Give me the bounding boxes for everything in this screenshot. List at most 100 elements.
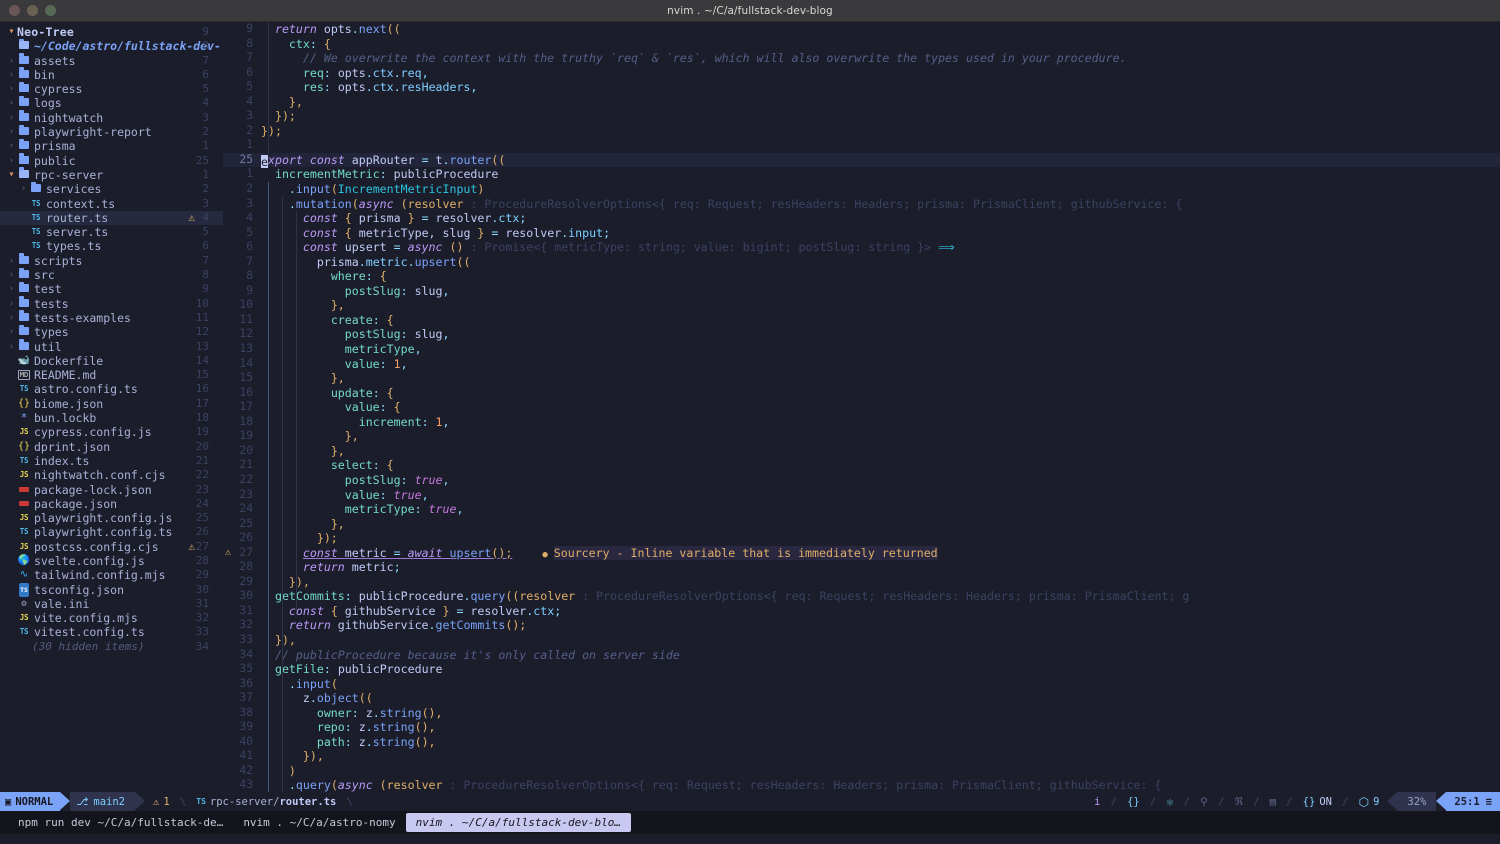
code-line[interactable]: 9 return opts.next(( <box>223 22 1500 37</box>
tree-item-playwright-config-js[interactable]: JS playwright.config.js 25 <box>0 511 223 525</box>
tree-item-nightwatch[interactable]: › nightwatch 3 <box>0 110 223 125</box>
code-line[interactable]: 18 increment: 1, <box>223 415 1500 430</box>
chevron-right-icon[interactable]: › <box>6 282 17 296</box>
code-line[interactable]: 32 return githubService.getCommits(); <box>223 618 1500 633</box>
lsp-icon-panel[interactable]: ▤ <box>1262 792 1284 811</box>
tree-item-vite-config-mjs[interactable]: JS vite.config.mjs 32 <box>0 611 223 625</box>
code-line[interactable]: 20 }, <box>223 444 1500 459</box>
tree-item-vitest-config-ts[interactable]: TS vitest.config.ts 33 <box>0 625 223 639</box>
code-line[interactable]: 42 ) <box>223 764 1500 779</box>
code-line[interactable]: 6 const upsert = async () : Promise<{ me… <box>223 240 1500 255</box>
code-line[interactable]: 25 export const appRouter = t.router(( <box>223 152 1500 169</box>
chevron-right-icon[interactable]: › <box>6 154 17 168</box>
code-line[interactable]: 24 metricType: true, <box>223 502 1500 517</box>
tree-item-bun-lockb[interactable]: * bun.lockb 18 <box>0 411 223 426</box>
tree-item-tests[interactable]: › tests 10 <box>0 296 223 311</box>
code-line[interactable]: 3 }); <box>223 109 1500 124</box>
code-line[interactable]: 14 value: 1, <box>223 357 1500 372</box>
code-line[interactable]: 1 incrementMetric: publicProcedure <box>223 167 1500 182</box>
tree-item-src[interactable]: › src 8 <box>0 267 223 282</box>
chevron-right-icon[interactable]: › <box>6 311 17 325</box>
code-line[interactable]: 11 create: { <box>223 313 1500 328</box>
tree-item--30-hidden-items-[interactable]: (30 hidden items) 34 <box>0 640 223 654</box>
tree-item-logs[interactable]: › logs 4 <box>0 95 223 110</box>
chevron-down-icon[interactable]: ▾ <box>6 168 17 182</box>
lsp-icon-search[interactable]: ⚲ <box>1192 792 1216 811</box>
tree-item-dprint-json[interactable]: {} dprint.json 20 <box>0 440 223 454</box>
chevron-right-icon[interactable]: › <box>6 325 17 339</box>
tree-item-types[interactable]: › types 12 <box>0 324 223 339</box>
code-line[interactable]: 38 owner: z.string(), <box>223 706 1500 721</box>
tree-item-postcss-config-cjs[interactable]: JS postcss.config.cjs ⚠ 27 <box>0 540 223 554</box>
os-taskbar[interactable]: npm run dev ~/C/a/fullstack-de… nvim . ~/… <box>0 811 1500 834</box>
code-line[interactable]: 23 value: true, <box>223 488 1500 503</box>
code-line[interactable]: 19 }, <box>223 429 1500 444</box>
chevron-right-icon[interactable]: › <box>6 111 17 125</box>
code-line[interactable]: 43 .query(async (resolver : ProcedureRes… <box>223 778 1500 792</box>
chevron-right-icon[interactable]: › <box>18 182 29 196</box>
lsp-icon-biome[interactable]: ⚛ <box>1158 792 1181 811</box>
code-line[interactable]: 26 }); <box>223 531 1500 546</box>
code-line[interactable]: 6 req: opts.ctx.req, <box>223 66 1500 81</box>
tree-item-biome-json[interactable]: {} biome.json 17 <box>0 397 223 411</box>
code-line[interactable]: 12 postSlug: slug, <box>223 327 1500 342</box>
code-line[interactable]: 5 res: opts.ctx.resHeaders, <box>223 80 1500 95</box>
chevron-right-icon[interactable]: › <box>6 54 17 68</box>
status-filename[interactable]: TS rpc-server/router.ts <box>188 792 344 811</box>
lsp-icon-info[interactable]: i <box>1086 792 1108 811</box>
code-line[interactable]: 17 value: { <box>223 400 1500 415</box>
code-line[interactable]: 2 .input(IncrementMetricInput) <box>223 182 1500 197</box>
code-line[interactable]: ⚠ 27 const metric = await upsert(); ● Sourc… <box>223 545 1500 561</box>
code-line[interactable]: 22 postSlug: true, <box>223 473 1500 488</box>
code-line[interactable]: 33 }), <box>223 633 1500 648</box>
chevron-right-icon[interactable]: › <box>6 340 17 354</box>
tree-item-util[interactable]: › util 13 <box>0 339 223 354</box>
tree-item-playwright-report[interactable]: › playwright-report 2 <box>0 124 223 139</box>
tree-item-services[interactable]: › services 2 <box>0 181 223 196</box>
tree-item-tailwind-config-mjs[interactable]: ∿ tailwind.config.mjs 29 <box>0 568 223 582</box>
status-branch[interactable]: ⎇ main2 <box>70 792 135 811</box>
chevron-right-icon[interactable]: › <box>6 96 17 110</box>
lsp-icon-braces[interactable]: {} <box>1119 792 1148 811</box>
code-line[interactable]: 9 postSlug: slug, <box>223 284 1500 299</box>
code-editor[interactable]: 9 return opts.next((8 ctx: {7 // We over… <box>223 22 1500 792</box>
taskbar-item-0[interactable]: npm run dev ~/C/a/fullstack-de… <box>8 813 233 832</box>
code-line[interactable]: 21 select: { <box>223 458 1500 473</box>
tree-item-bin[interactable]: › bin 6 <box>0 67 223 82</box>
tree-item-cypress[interactable]: › cypress 5 <box>0 81 223 96</box>
code-line[interactable]: 40 path: z.string(), <box>223 735 1500 750</box>
chevron-right-icon[interactable]: › <box>6 254 17 268</box>
code-line[interactable]: 3 .mutation(async (resolver : ProcedureR… <box>223 197 1500 212</box>
code-line[interactable]: 10 }, <box>223 298 1500 313</box>
tree-item-cypress-config-js[interactable]: JS cypress.config.js 19 <box>0 425 223 439</box>
code-line[interactable]: 13 metricType, <box>223 342 1500 357</box>
tree-item-tsconfig-json[interactable]: TS tsconfig.json 30 <box>0 582 223 597</box>
lsp-icon-format[interactable]: {} ON <box>1295 792 1340 811</box>
code-line[interactable]: 1 <box>223 138 1500 153</box>
tree-item-test[interactable]: › test 9 <box>0 281 223 296</box>
code-line[interactable]: 31 const { githubService } = resolver.ct… <box>223 604 1500 619</box>
tree-item-readme-md[interactable]: MD README.md 15 <box>0 368 223 382</box>
chevron-right-icon[interactable]: › <box>6 297 17 311</box>
code-line[interactable]: 4 const { prisma } = resolver.ctx; <box>223 211 1500 226</box>
tree-item-rpc-server[interactable]: ▾ rpc-server 1 <box>0 167 223 182</box>
code-line[interactable]: 39 repo: z.string(), <box>223 720 1500 735</box>
chevron-right-icon[interactable]: › <box>6 125 17 139</box>
code-line[interactable]: 34 // publicProcedure because it's only … <box>223 648 1500 663</box>
tree-item-router-ts[interactable]: TS router.ts ⚠ 4 <box>0 210 223 226</box>
code-line[interactable]: 2}); <box>223 124 1500 139</box>
package-status[interactable]: ⬡ 9 <box>1351 792 1388 811</box>
tree-item-astro-config-ts[interactable]: TS astro.config.ts 16 <box>0 382 223 396</box>
code-line[interactable]: 4 }, <box>223 95 1500 110</box>
tree-item-playwright-config-ts[interactable]: TS playwright.config.ts 26 <box>0 525 223 539</box>
taskbar-item-2[interactable]: nvim . ~/C/a/fullstack-dev-blo… <box>405 813 631 832</box>
chevron-right-icon[interactable]: › <box>6 68 17 82</box>
code-line[interactable]: 37 z.object(( <box>223 691 1500 706</box>
code-line[interactable]: 7 // We overwrite the context with the t… <box>223 51 1500 66</box>
chevron-right-icon[interactable]: › <box>6 139 17 153</box>
tree-item-dockerfile[interactable]: 🐋 Dockerfile 14 <box>0 354 223 368</box>
tree-item-scripts[interactable]: › scripts 7 <box>0 253 223 268</box>
code-line[interactable]: 25 }, <box>223 517 1500 532</box>
tree-item-types-ts[interactable]: TS types.ts 6 <box>0 239 223 253</box>
neo-tree-sidebar[interactable]: ▾ Neo-Tree 9 ~/Code/astro/fullstack-dev-… <box>0 22 223 792</box>
